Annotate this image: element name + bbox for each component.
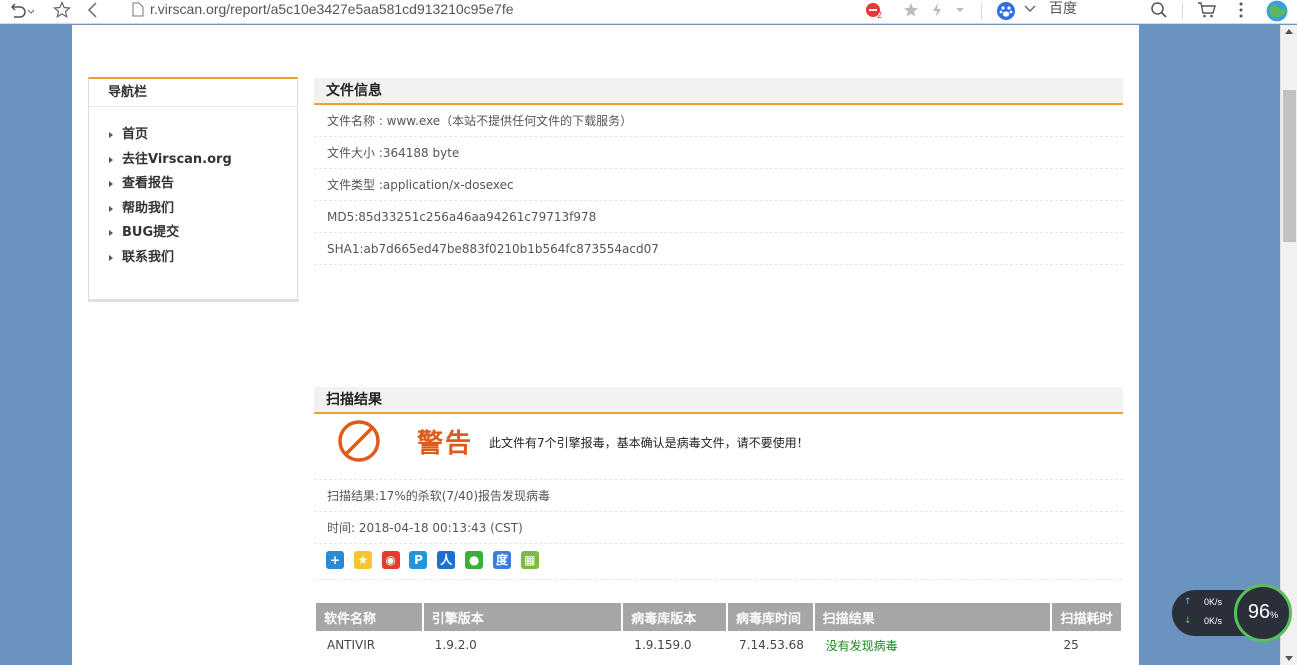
baidu-share-icon[interactable]: 度 — [492, 551, 511, 569]
table-row: ANTIVIR 1.9.2.0 1.9.159.0 7.14.53.68 没有发… — [316, 631, 1121, 659]
file-md5: MD5:85d33251c256a46aa94261c79713f978 — [314, 201, 1123, 233]
sidebar-item-contact[interactable]: 联系我们 — [89, 248, 297, 273]
cell-db-time: 7.14.53.68 — [728, 631, 813, 659]
section-header: 文件信息 — [314, 78, 1123, 105]
warning-message: 此文件有7个引擎报毒，基本确认是病毒文件，请不要使用！ — [489, 436, 809, 450]
arrow-right-icon — [109, 254, 113, 261]
wechat-icon[interactable]: ● — [465, 551, 484, 569]
cell-engine-version: 1.9.2.0 — [423, 631, 622, 659]
arrow-right-icon — [109, 205, 113, 212]
results-table: 软件名称 引擎版本 病毒库版本 病毒库时间 扫描结果 扫描耗时 ANTIVIR … — [314, 603, 1123, 659]
scan-time: 时间: 2018-04-18 00:13:43 (CST) — [314, 512, 1123, 544]
page-icon — [132, 2, 144, 17]
qzone-icon[interactable]: ★ — [353, 551, 372, 569]
renren-icon[interactable]: 人 — [437, 551, 456, 569]
scan-result-section: 扫描结果 警告 此文件有7个引擎报毒，基本确认是病毒文件，请不要使用！ 扫描结果… — [314, 387, 1123, 580]
scroll-down-icon[interactable] — [1285, 656, 1293, 661]
section-title: 文件信息 — [326, 83, 382, 99]
sidebar-item-help[interactable]: 帮助我们 — [89, 199, 297, 224]
lightning-icon[interactable] — [931, 2, 943, 18]
sidebar-item-reports[interactable]: 查看报告 — [89, 174, 297, 199]
chevron-down-icon[interactable] — [1024, 4, 1036, 14]
col-engine-version: 引擎版本 — [423, 603, 622, 631]
sidebar-nav: 导航栏 首页 去往Virscan.org 查看报告 帮助我们 BUG提交 联系我… — [88, 77, 299, 302]
file-info-section: 文件信息 文件名称 : www.exe（本站不提供任何文件的下载服务） 文件大小… — [314, 78, 1123, 265]
table-header-row: 软件名称 引擎版本 病毒库版本 病毒库时间 扫描结果 扫描耗时 — [316, 603, 1121, 631]
scan-summary: 扫描结果:17%的杀软(7/40)报告发现病毒 — [314, 480, 1123, 512]
weibo-icon[interactable]: ◉ — [381, 551, 400, 569]
share-bar: + ★ ◉ P 人 ● 度 ▦ — [314, 544, 1123, 580]
warning-label: 警告 — [417, 429, 474, 459]
toolbar-divider — [981, 2, 982, 20]
arrow-right-icon — [109, 156, 113, 163]
star-icon[interactable] — [53, 1, 71, 19]
file-name: 文件名称 : www.exe（本站不提供任何文件的下载服务） — [314, 105, 1123, 137]
search-engine-label[interactable]: 百度 — [1049, 0, 1077, 22]
section-header: 扫描结果 — [314, 387, 1123, 414]
sidebar-item-label: BUG提交 — [122, 225, 180, 240]
arrow-right-icon — [109, 132, 113, 138]
prohibited-icon — [338, 420, 380, 462]
baidu-icon[interactable] — [996, 1, 1016, 21]
cart-icon[interactable] — [1197, 1, 1217, 19]
avatar-icon[interactable] — [1264, 0, 1290, 23]
tencent-weibo-icon[interactable]: P — [409, 551, 428, 569]
scroll-up-icon[interactable] — [1285, 29, 1293, 34]
toolbar-divider — [1182, 2, 1183, 20]
adblock-icon[interactable] — [864, 1, 886, 23]
sidebar-item-label: 去往Virscan.org — [122, 151, 232, 167]
sidebar-item-bug[interactable]: BUG提交 — [89, 223, 297, 248]
gauge-percent: 96 — [1247, 601, 1271, 623]
page-content: 导航栏 首页 去往Virscan.org 查看报告 帮助我们 BUG提交 联系我… — [72, 25, 1139, 665]
file-type: 文件类型 :application/x-dosexec — [314, 169, 1123, 201]
file-sha1: SHA1:ab7d665ed47be883f0210b1b564fc873554… — [314, 233, 1123, 265]
undo-icon[interactable] — [8, 2, 34, 20]
memory-gauge[interactable]: 96% — [1234, 584, 1292, 642]
image-share-icon[interactable]: ▦ — [520, 551, 539, 569]
col-scan-duration: 扫描耗时 — [1052, 603, 1121, 631]
browser-toolbar: r.virscan.org/report/a5c10e3427e5aa581cd… — [0, 0, 1297, 24]
sidebar-list: 首页 去往Virscan.org 查看报告 帮助我们 BUG提交 联系我们 — [89, 107, 297, 272]
scroll-thumb[interactable] — [1283, 90, 1296, 242]
adblock-count: 2 — [877, 10, 883, 20]
file-size: 文件大小 :364188 byte — [314, 137, 1123, 169]
sidebar-item-label: 联系我们 — [122, 249, 175, 265]
arrow-right-icon — [109, 181, 113, 187]
col-software: 软件名称 — [316, 603, 422, 631]
sidebar-title: 导航栏 — [108, 85, 148, 100]
back-icon[interactable] — [86, 1, 100, 19]
sidebar-item-home[interactable]: 首页 — [89, 125, 297, 150]
warning-block: 警告 此文件有7个引擎报毒，基本确认是病毒文件，请不要使用！ — [314, 414, 1123, 480]
address-bar[interactable]: r.virscan.org/report/a5c10e3427e5aa581cd… — [150, 0, 514, 22]
upload-speed: 0K/s — [1204, 597, 1223, 607]
sidebar-item-label: 帮助我们 — [122, 200, 175, 216]
download-arrow-icon: ↓ — [1184, 616, 1192, 626]
sidebar-item-virscan[interactable]: 去往Virscan.org — [89, 150, 297, 175]
search-icon[interactable] — [1150, 1, 1168, 19]
sidebar-header: 导航栏 — [89, 79, 297, 107]
sidebar-bottom-border — [89, 299, 299, 302]
col-db-time: 病毒库时间 — [728, 603, 813, 631]
plus-share-icon[interactable]: + — [326, 551, 344, 569]
more-menu-icon[interactable] — [1238, 1, 1244, 19]
sidebar-item-label: 查看报告 — [122, 176, 175, 191]
download-speed: 0K/s — [1204, 616, 1223, 626]
section-title: 扫描结果 — [326, 392, 382, 408]
upload-arrow-icon: ↑ — [1184, 597, 1192, 607]
cell-scan-result: 没有发现病毒 — [814, 631, 1051, 659]
sidebar-item-label: 首页 — [122, 127, 149, 142]
gauge-unit: % — [1270, 610, 1279, 620]
cell-software: ANTIVIR — [316, 631, 422, 659]
gauge-value: 96% — [1237, 601, 1289, 624]
dropdown-icon[interactable] — [955, 6, 965, 14]
cell-scan-duration: 25 — [1052, 631, 1121, 659]
arrow-right-icon — [109, 230, 113, 236]
col-scan-result: 扫描结果 — [814, 603, 1051, 631]
col-db-version: 病毒库版本 — [623, 603, 727, 631]
cell-db-version: 1.9.159.0 — [623, 631, 727, 659]
favorite-icon[interactable] — [903, 2, 919, 18]
vertical-scrollbar[interactable] — [1280, 25, 1297, 665]
